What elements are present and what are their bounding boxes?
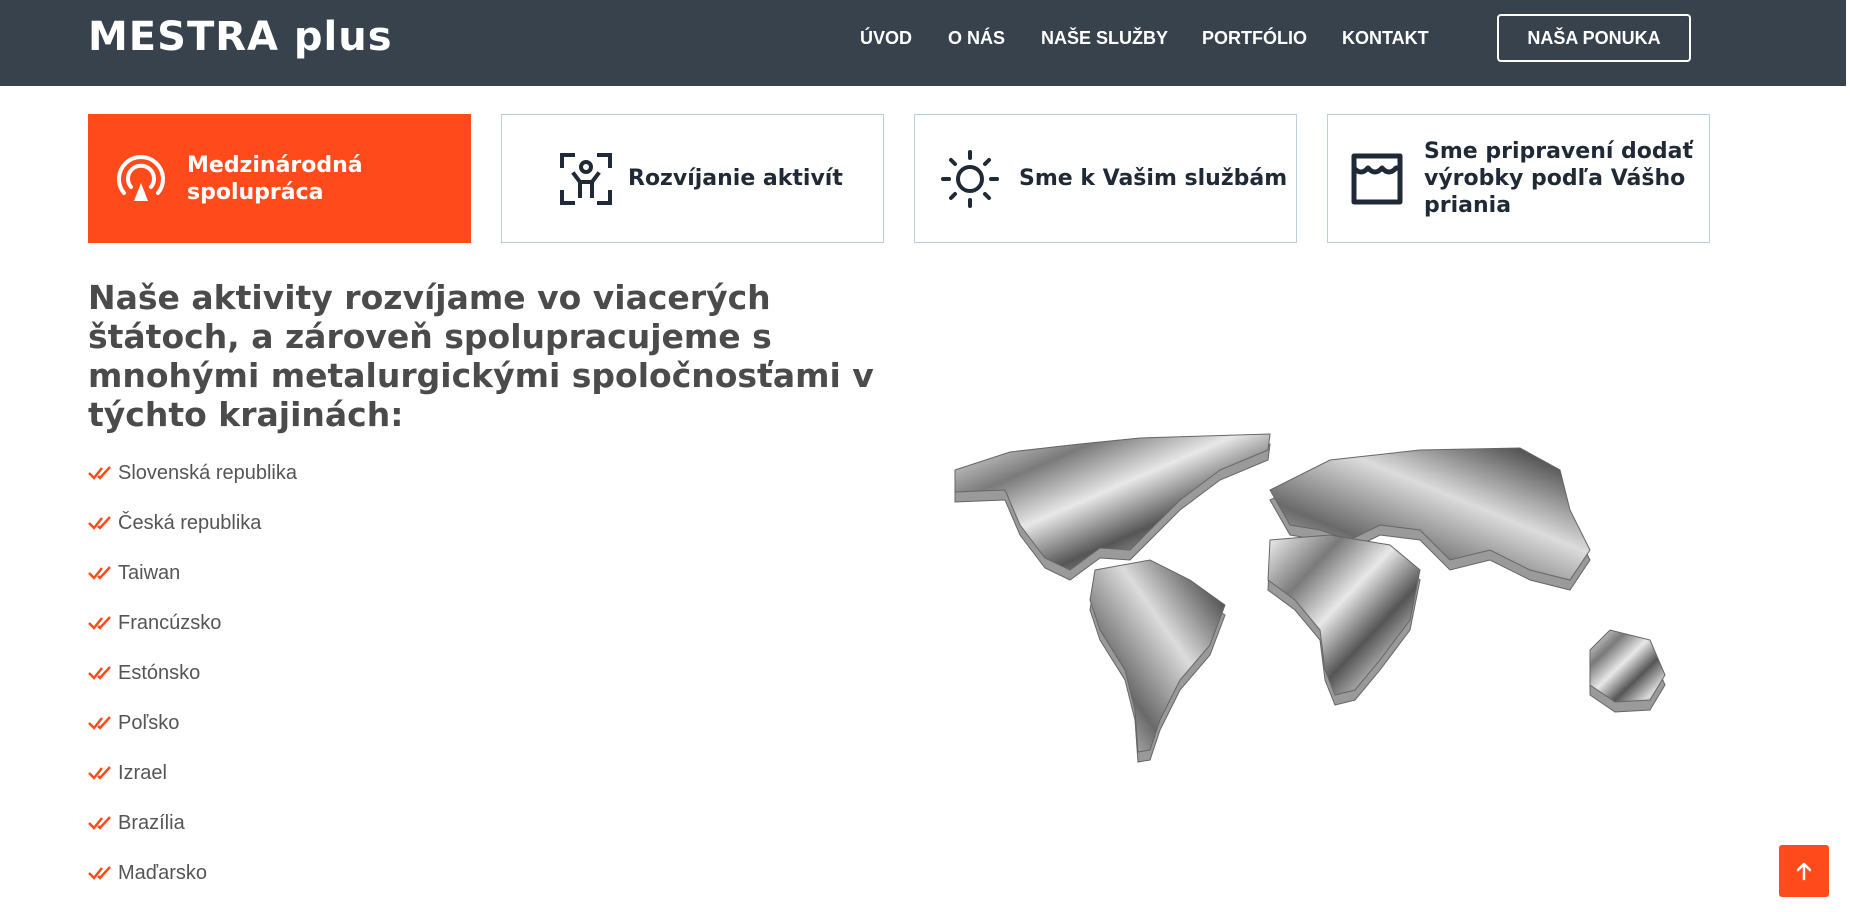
double-check-icon (88, 516, 111, 530)
country-list: Slovenská republika Česká republika Taiw… (88, 462, 297, 912)
site-logo[interactable]: MESTRA plus (88, 14, 393, 60)
back-to-top-button[interactable] (1779, 845, 1829, 897)
list-item: Česká republika (88, 512, 297, 562)
nav-kontakt[interactable]: KONTAKT (1342, 28, 1429, 49)
person-focus-icon (558, 152, 614, 206)
feature-label: Medzinárodná spolupráca (187, 152, 363, 205)
feature-at-your-service[interactable]: Sme k Vašim službám (914, 114, 1297, 243)
country-name: Poľsko (118, 712, 180, 734)
country-name: Brazília (118, 812, 185, 834)
list-item: Poľsko (88, 712, 297, 762)
feature-label: Rozvíjanie aktivít (628, 166, 843, 191)
country-name: Slovenská republika (118, 462, 297, 484)
country-name: Taiwan (118, 562, 181, 584)
site-header: MESTRA plus ÚVOD O NÁS NAŠE SLUŽBY PORTF… (0, 0, 1850, 86)
country-name: Maďarsko (118, 862, 207, 884)
radar-icon (113, 153, 169, 205)
feature-products-on-demand[interactable]: Sme pripravení dodať výrobky podľa Vášho… (1327, 114, 1710, 243)
scrollbar-track[interactable] (1846, 0, 1850, 86)
activities-heading: Naše aktivity rozvíjame vo viacerých štá… (88, 278, 874, 434)
double-check-icon (88, 766, 111, 780)
double-check-icon (88, 666, 111, 680)
list-item: Izrael (88, 762, 297, 812)
double-check-icon (88, 816, 111, 830)
list-item: Brazília (88, 812, 297, 862)
feature-international-cooperation[interactable]: Medzinárodná spolupráca (88, 114, 471, 243)
list-item: Taiwan (88, 562, 297, 612)
list-item: Maďarsko (88, 862, 297, 912)
double-check-icon (88, 616, 111, 630)
shop-icon (1350, 152, 1404, 206)
country-name: Francúzsko (118, 612, 222, 634)
offer-button[interactable]: NAŠA PONUKA (1497, 14, 1691, 62)
feature-activity-development[interactable]: Rozvíjanie aktivít (501, 114, 884, 243)
double-check-icon (88, 566, 111, 580)
country-name: Estónsko (118, 662, 201, 684)
list-item: Slovenská republika (88, 462, 297, 512)
double-check-icon (88, 466, 111, 480)
country-name: Česká republika (118, 512, 262, 534)
nav-uvod[interactable]: ÚVOD (860, 28, 912, 49)
nav-nase-sluzby[interactable]: NAŠE SLUŽBY (1041, 28, 1168, 49)
double-check-icon (88, 716, 111, 730)
sun-icon (941, 149, 999, 208)
list-item: Francúzsko (88, 612, 297, 662)
feature-label: Sme pripravení dodať výrobky podľa Vášho… (1424, 139, 1694, 218)
arrow-up-icon (1796, 862, 1812, 881)
nav-o-nas[interactable]: O NÁS (948, 28, 1005, 49)
double-check-icon (88, 866, 111, 880)
world-map-image (950, 430, 1670, 790)
nav-portfolio[interactable]: PORTFÓLIO (1202, 28, 1307, 49)
country-name: Izrael (118, 762, 167, 784)
list-item: Estónsko (88, 662, 297, 712)
feature-label: Sme k Vašim službám (1019, 166, 1288, 191)
